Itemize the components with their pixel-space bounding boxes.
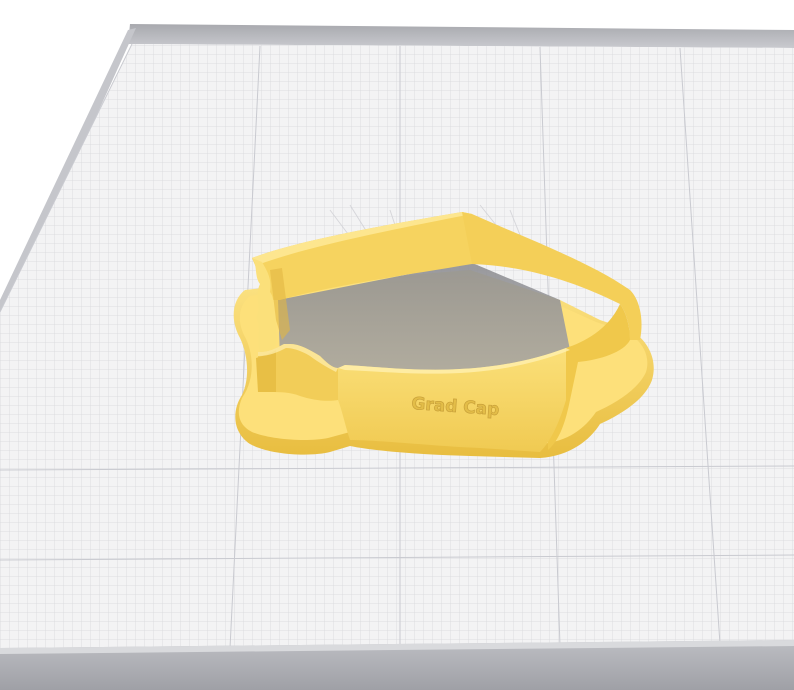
scene-canvas[interactable]: Grad Cap xyxy=(0,0,794,690)
3d-viewport[interactable]: Grad Cap xyxy=(0,0,794,690)
